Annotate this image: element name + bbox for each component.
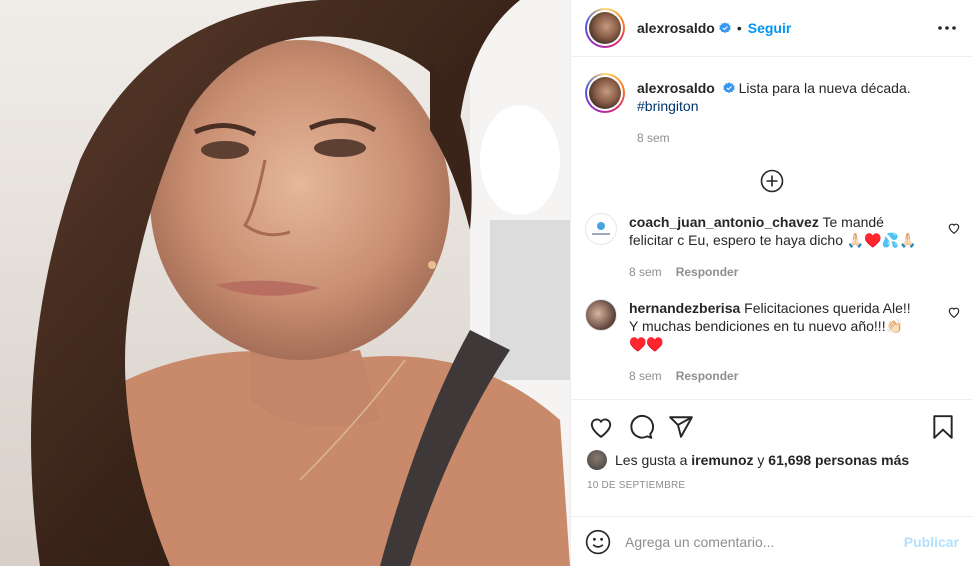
- likes-summary: Les gusta a iremunoz y 61,698 personas m…: [581, 450, 963, 470]
- publish-button[interactable]: Publicar: [904, 534, 959, 550]
- post-header: alexrosaldo • Seguir: [571, 0, 973, 57]
- caption-avatar[interactable]: [585, 73, 625, 113]
- load-more-comments[interactable]: [571, 161, 973, 201]
- caption-text: Lista para la nueva década.: [738, 80, 911, 96]
- follow-button[interactable]: Seguir: [748, 20, 792, 36]
- verified-icon: [723, 82, 735, 94]
- post-photo[interactable]: [0, 0, 570, 566]
- likes-prefix: Les gusta a: [615, 452, 688, 468]
- separator-dot: •: [736, 20, 742, 36]
- more-options-icon[interactable]: [935, 16, 959, 40]
- comment-username[interactable]: coach_juan_antonio_chavez: [629, 214, 819, 230]
- commenter-avatar[interactable]: [585, 213, 617, 245]
- likes-count[interactable]: 61,698 personas más: [768, 452, 909, 468]
- bookmark-icon[interactable]: [923, 407, 963, 447]
- post-details-panel: alexrosaldo • Seguir alexrosaldo Lista p…: [570, 0, 973, 566]
- liker-username[interactable]: iremunoz: [691, 452, 753, 468]
- add-comment-bar: Publicar: [571, 516, 973, 566]
- heart-icon[interactable]: [581, 407, 621, 447]
- comments-section[interactable]: alexrosaldo Lista para la nueva década. …: [571, 57, 973, 400]
- comment-time[interactable]: 8 sem: [629, 263, 662, 281]
- reply-button[interactable]: Responder: [676, 263, 739, 281]
- caption-username[interactable]: alexrosaldo: [637, 80, 715, 96]
- comment-row: hernandezberisa Felicitaciones querida A…: [571, 281, 973, 385]
- author-username[interactable]: alexrosaldo: [637, 20, 715, 36]
- emoji-icon[interactable]: [585, 529, 611, 555]
- comment-input[interactable]: [625, 533, 904, 550]
- heart-icon[interactable]: [947, 221, 961, 235]
- verified-icon: [719, 22, 731, 34]
- post-actions: Les gusta a iremunoz y 61,698 personas m…: [571, 400, 973, 491]
- caption-row: alexrosaldo Lista para la nueva década. …: [571, 57, 973, 147]
- add-comment-circle-icon[interactable]: [760, 169, 784, 193]
- heart-icon[interactable]: [947, 305, 961, 319]
- post-date[interactable]: 10 DE SEPTIEMBRE: [581, 480, 963, 491]
- liker-avatar[interactable]: [587, 450, 607, 470]
- reply-button[interactable]: Responder: [676, 367, 739, 385]
- commenter-avatar[interactable]: [585, 299, 617, 331]
- share-icon[interactable]: [661, 407, 701, 447]
- likes-connector: y: [757, 452, 765, 468]
- comment-username[interactable]: hernandezberisa: [629, 300, 740, 316]
- comment-row: coach_juan_antonio_chavez Te mandé felic…: [571, 201, 973, 281]
- author-avatar[interactable]: [585, 8, 625, 48]
- comment-icon[interactable]: [621, 407, 661, 447]
- caption-hashtag[interactable]: #bringiton: [637, 98, 699, 114]
- comment-time[interactable]: 8 sem: [629, 367, 662, 385]
- caption-time[interactable]: 8 sem: [637, 129, 670, 147]
- selfie-image: [0, 0, 570, 566]
